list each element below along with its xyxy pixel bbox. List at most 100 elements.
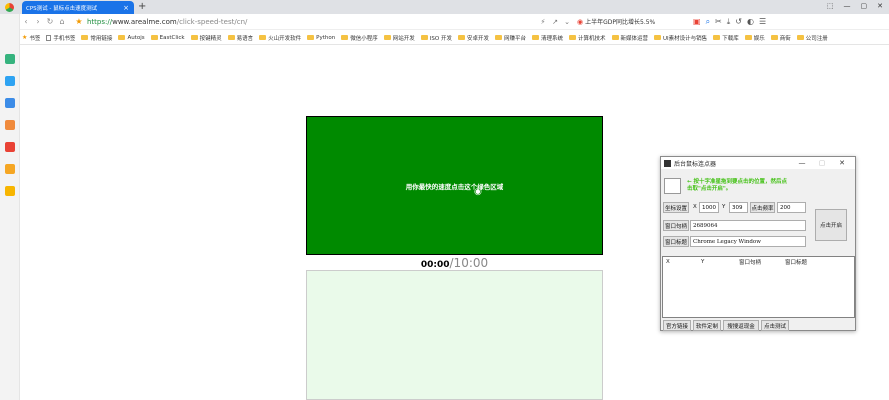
bookmark-folder[interactable]: ISO 开发 [420,34,452,42]
start-clicking-button[interactable]: 点击开启 [815,209,847,241]
folder-icon [457,35,465,40]
column-title[interactable]: 窗口标题 [785,258,835,266]
column-x[interactable]: X [663,259,701,265]
window-close-icon[interactable]: ✕ [877,2,883,10]
folder-icon [227,35,235,40]
coord-set-button[interactable]: 坐标设置 [663,202,689,213]
bookmark-folder[interactable]: 易语言 [227,34,253,42]
reload-icon[interactable]: ↻ [44,17,56,26]
url-protocol: https:// [87,17,113,26]
search-box[interactable]: ◉ 上半年GDP同比增长5.5% [577,17,689,27]
dropdown-icon[interactable]: ⌄ [561,18,573,26]
timer-current: 00:00 [420,260,450,270]
window-title-button[interactable]: 窗口标题 [663,236,689,247]
folder-icon [796,35,804,40]
folder-icon [81,35,89,40]
dialog-close-icon[interactable]: ✕ [832,159,852,167]
custom-software-button[interactable]: 软件定制 [693,320,721,331]
new-tab-button[interactable]: + [138,1,148,12]
coordinate-list[interactable]: X Y 窗口句柄 窗口标题 [662,256,855,318]
tab-close-icon[interactable]: × [122,4,130,12]
lightning-icon[interactable]: ⚡ [537,18,549,26]
bookmark-folder[interactable]: UI素材设计与销售 [654,34,707,42]
bookmark-folder[interactable]: 网站开发 [383,34,415,42]
dialog-title: 后台鼠标连点器 [674,160,717,168]
extension-icon[interactable]: ▣ [693,17,701,27]
bookmark-folder[interactable]: 微信小程序 [341,34,378,42]
bookmark-folder[interactable]: 按键精灵 [190,34,222,42]
y-input[interactable]: 309 [729,202,748,213]
menu-icon[interactable]: ☰ [759,17,766,27]
wechat-icon[interactable] [5,54,15,64]
bookmark-folder[interactable]: 网赚平台 [494,34,526,42]
browser-tab[interactable]: CPS测试 - 鼠标点击速度测试 × [22,1,134,14]
click-test-button[interactable]: 点击测试 [761,320,789,331]
window-controls: ⬚ — ▢ ✕ [827,2,883,10]
click-frequency-button[interactable]: 点击频率 [750,202,775,213]
folder-icon [531,35,539,40]
bookmark-folder[interactable]: EastClick [150,35,185,41]
bookmark-folder[interactable]: 火山开发软件 [259,34,301,42]
dialog-minimize-icon[interactable]: — [792,159,812,167]
cloud-icon[interactable] [5,98,15,108]
folder-icon [341,35,349,40]
bookmark-folder[interactable]: 新媒体运营 [611,34,648,42]
click-area-text: 用你最快的速度点击这个绿色区域 [405,182,504,191]
bookmark-folder[interactable]: 公司注册 [796,34,828,42]
folder-icon [611,35,619,40]
translate-icon[interactable] [5,76,15,86]
bookmark-star-icon[interactable]: ★ [74,17,84,26]
download-icon[interactable]: ⤓ [727,17,731,27]
official-link-button[interactable]: 官方链接 [663,320,691,331]
share-icon[interactable]: ↗ [549,18,561,26]
window-handle-button[interactable]: 窗口句柄 [663,220,689,231]
game-icon[interactable] [5,164,15,174]
timer: 00:00/10:00 [306,256,603,270]
bookmark-folder[interactable]: 计算机技术 [569,34,606,42]
screenshot-icon[interactable] [5,120,15,130]
window-title-input[interactable]: Chrome Legacy Window [690,236,806,247]
theme-icon[interactable]: ◐ [747,17,754,27]
x-input[interactable]: 1000 [699,202,719,213]
window-restore-icon[interactable]: ⬚ [827,2,834,10]
pdf-icon[interactable] [5,142,15,152]
folder-icon [150,35,158,40]
bookmark-folder[interactable]: 娱乐 [744,34,765,42]
url-field[interactable]: https://www.arealme.com/click-speed-test… [87,18,537,26]
bookmark-folder[interactable]: 下载库 [713,34,739,42]
bookmark-folder[interactable]: 安卓开发 [457,34,489,42]
bookmark-item[interactable]: 手机书签 [46,34,75,42]
bookmark-folder[interactable]: 常用链接 [81,34,112,42]
click-test-area[interactable]: 用你最快的速度点击这个绿色区域 [306,116,603,255]
window-handle-input[interactable]: 2689064 [690,220,806,231]
folder-icon [494,35,502,40]
search-icon[interactable]: ⌕ [706,17,710,27]
folder-icon [569,35,576,40]
tools-icon[interactable] [5,186,15,196]
column-y[interactable]: Y [701,259,739,265]
news-icon: ◉ [577,17,584,26]
bookmark-folder[interactable]: Python [307,35,335,41]
bookmark-folder[interactable]: 清理系统 [531,34,563,42]
folder-icon [713,35,721,40]
mobile-icon [46,34,52,41]
bookmark-folder[interactable]: 商街 [770,34,791,42]
frequency-input[interactable]: 200 [777,202,806,213]
column-handle[interactable]: 窗口句柄 [739,258,785,266]
bookmark-folder[interactable]: Autojs [118,35,145,41]
scissors-icon[interactable]: ✂ [715,17,722,27]
history-icon[interactable]: ↺ [735,17,742,27]
list-header: X Y 窗口句柄 窗口标题 [663,257,854,266]
back-icon[interactable]: ‹ [20,17,32,26]
crosshair-target[interactable] [664,178,681,194]
home-icon[interactable]: ⌂ [56,17,68,26]
dialog-maximize-icon: ▢ [818,159,826,167]
window-minimize-icon[interactable]: — [844,2,851,10]
window-maximize-icon[interactable]: ▢ [861,2,868,10]
folder-icon [259,35,267,40]
forward-icon[interactable]: › [32,17,44,26]
cashback-button[interactable]: 搜搜返现金 [723,320,759,331]
mouse-cursor-icon: ◉ [474,187,482,197]
address-bar: ‹ › ↻ ⌂ ★ https://www.arealme.com/click-… [20,14,889,30]
bookmark-item[interactable]: ★ 书签 [22,34,40,42]
